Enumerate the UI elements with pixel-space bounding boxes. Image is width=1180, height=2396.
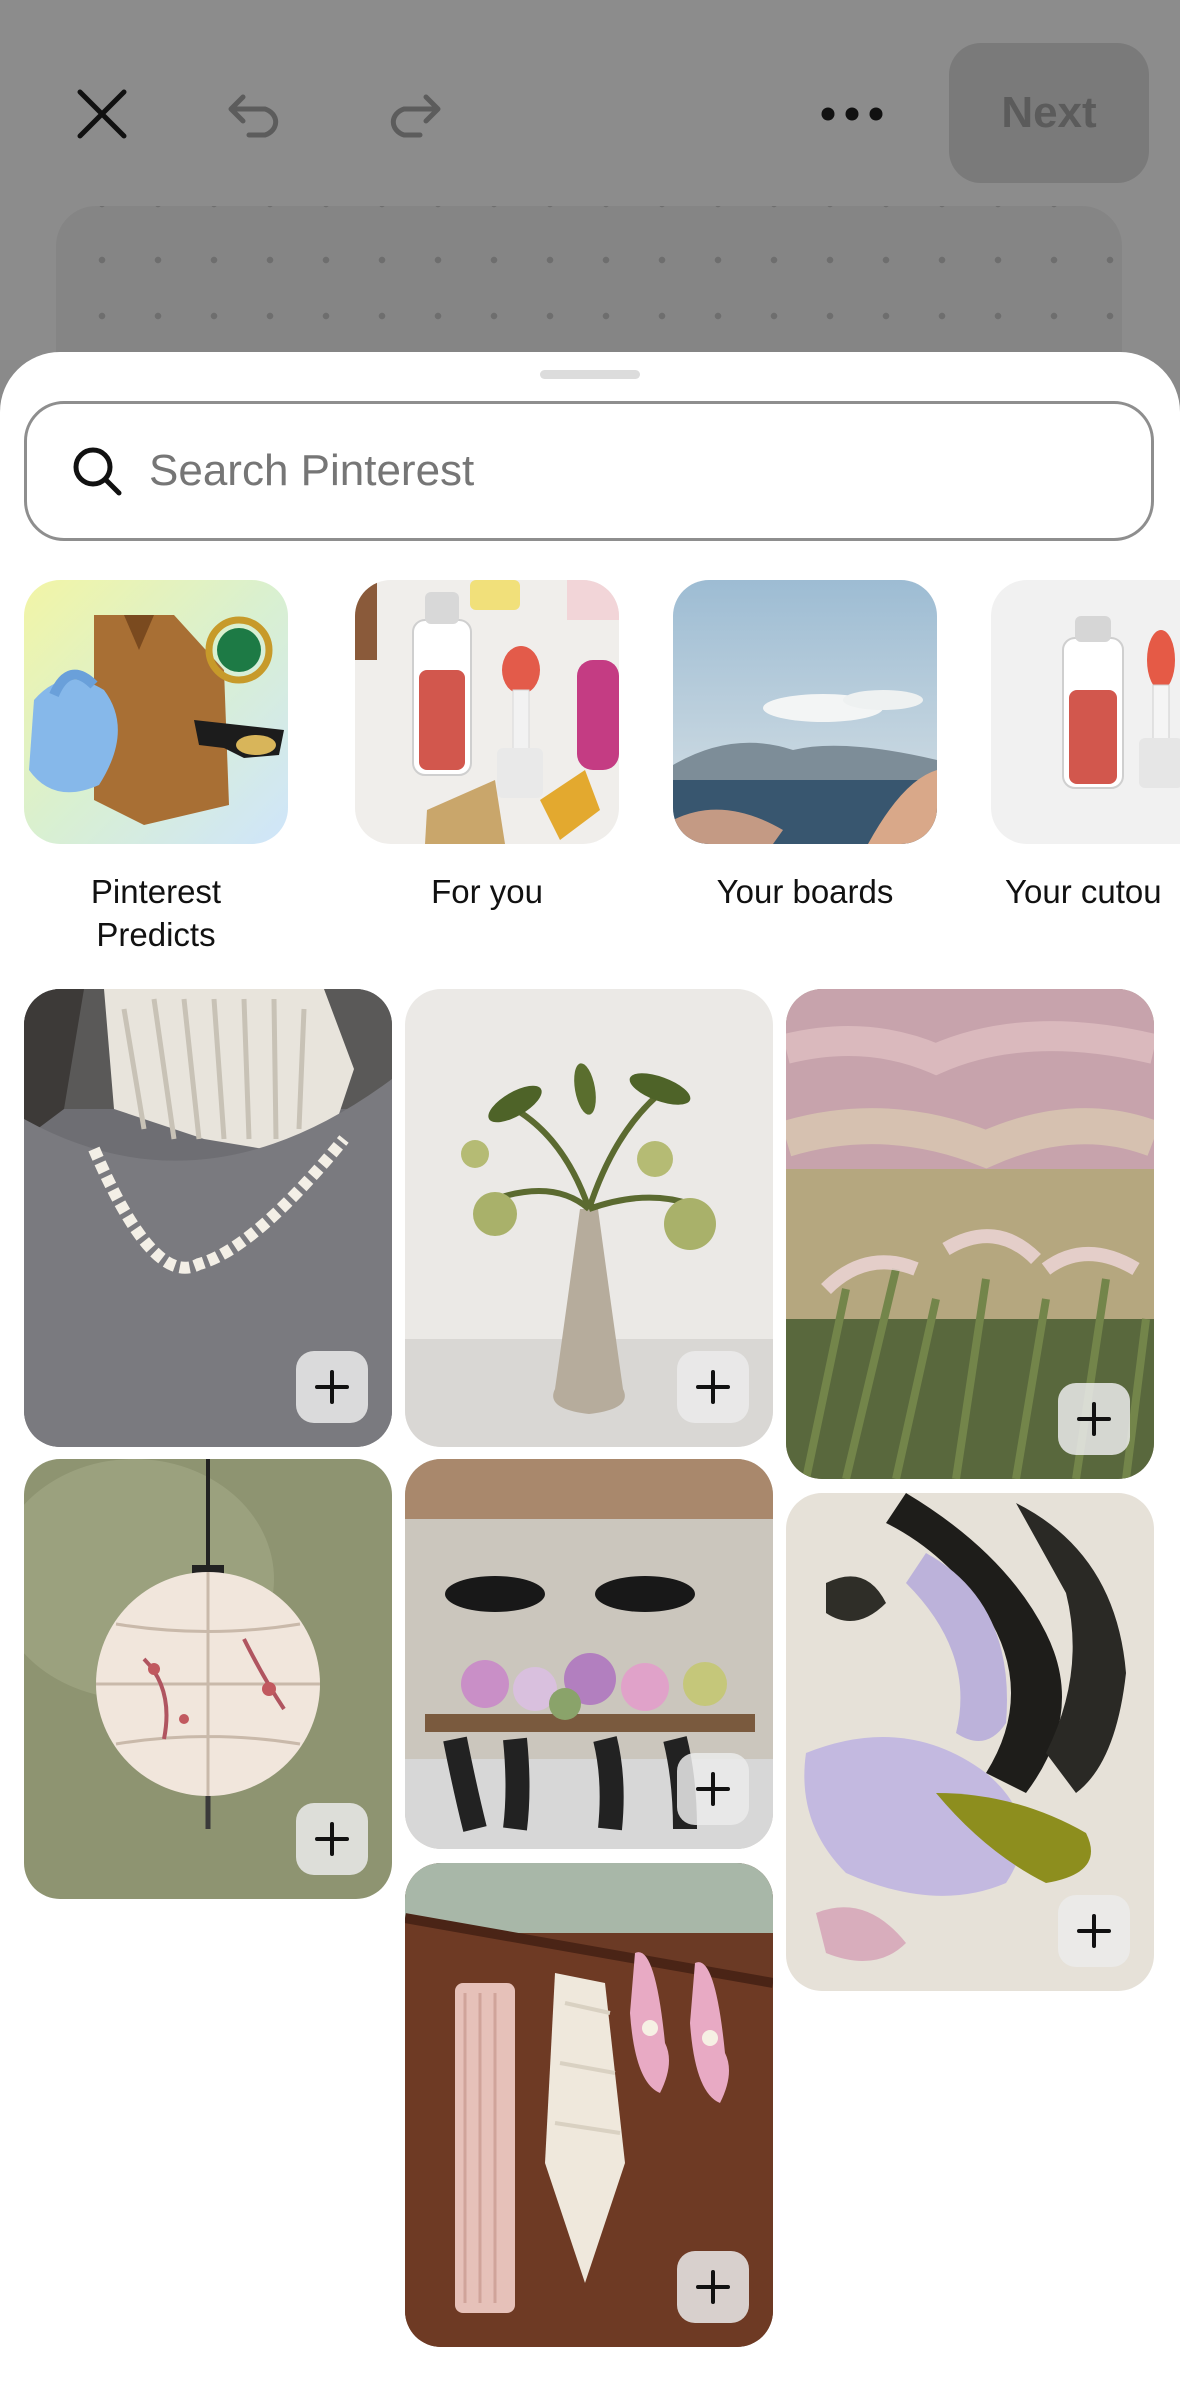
pink-grass-pin[interactable]: [786, 989, 1154, 1479]
category-label: Your boards: [716, 873, 894, 910]
category-your-boards[interactable]: Your boards: [673, 580, 937, 913]
close-button[interactable]: [60, 72, 144, 156]
add-pin-button[interactable]: [677, 1753, 749, 1825]
next-button[interactable]: Next: [949, 43, 1149, 183]
plus-icon: [315, 1370, 349, 1404]
plus-icon: [696, 1772, 730, 1806]
close-icon: [77, 89, 127, 139]
add-pin-button[interactable]: [296, 1803, 368, 1875]
search-icon: [73, 447, 122, 496]
category-label: Pinterest Predicts: [90, 873, 222, 953]
category-label: Your cutou: [1005, 873, 1162, 910]
add-pin-button[interactable]: [1058, 1383, 1130, 1455]
search-input[interactable]: [149, 446, 1049, 496]
dining-room-pin[interactable]: [405, 1459, 773, 1849]
add-pin-button[interactable]: [677, 1351, 749, 1423]
vase-flowers-pin[interactable]: [405, 989, 773, 1447]
plus-icon: [315, 1822, 349, 1856]
plus-icon: [696, 2270, 730, 2304]
category-thumbnail: [991, 580, 1180, 844]
more-icon: [821, 107, 883, 121]
add-pin-button[interactable]: [1058, 1895, 1130, 1967]
add-content-sheet: PinterestPredicts For you: [0, 352, 1180, 2396]
plus-icon: [696, 1370, 730, 1404]
category-thumbnail: [24, 580, 288, 844]
redo-icon: [390, 94, 441, 138]
undo-icon: [228, 94, 279, 138]
add-pin-button[interactable]: [677, 2251, 749, 2323]
undo-button[interactable]: [215, 72, 299, 156]
sheet-drag-handle[interactable]: [540, 370, 640, 379]
category-your-cutouts[interactable]: Your cutou: [991, 580, 1180, 913]
category-thumbnail: [355, 580, 619, 844]
plus-icon: [1077, 1914, 1111, 1948]
search-bar[interactable]: [24, 401, 1154, 541]
category-for-you[interactable]: For you: [355, 580, 619, 913]
category-label: For you: [431, 873, 543, 910]
editor-header: Next: [0, 0, 1180, 466]
category-pinterest-predicts[interactable]: Pinterest Predicts: [24, 580, 288, 956]
plus-icon: [1077, 1402, 1111, 1436]
pearl-necklace-pin[interactable]: [24, 989, 392, 1447]
more-options-button[interactable]: [810, 72, 894, 156]
abstract-painting-pin[interactable]: [786, 1493, 1154, 1991]
pink-shoes-pin[interactable]: [405, 1863, 773, 2347]
category-thumbnail: [673, 580, 937, 844]
add-pin-button[interactable]: [296, 1351, 368, 1423]
redo-button[interactable]: [370, 72, 454, 156]
paper-lantern-pin[interactable]: [24, 1459, 392, 1899]
